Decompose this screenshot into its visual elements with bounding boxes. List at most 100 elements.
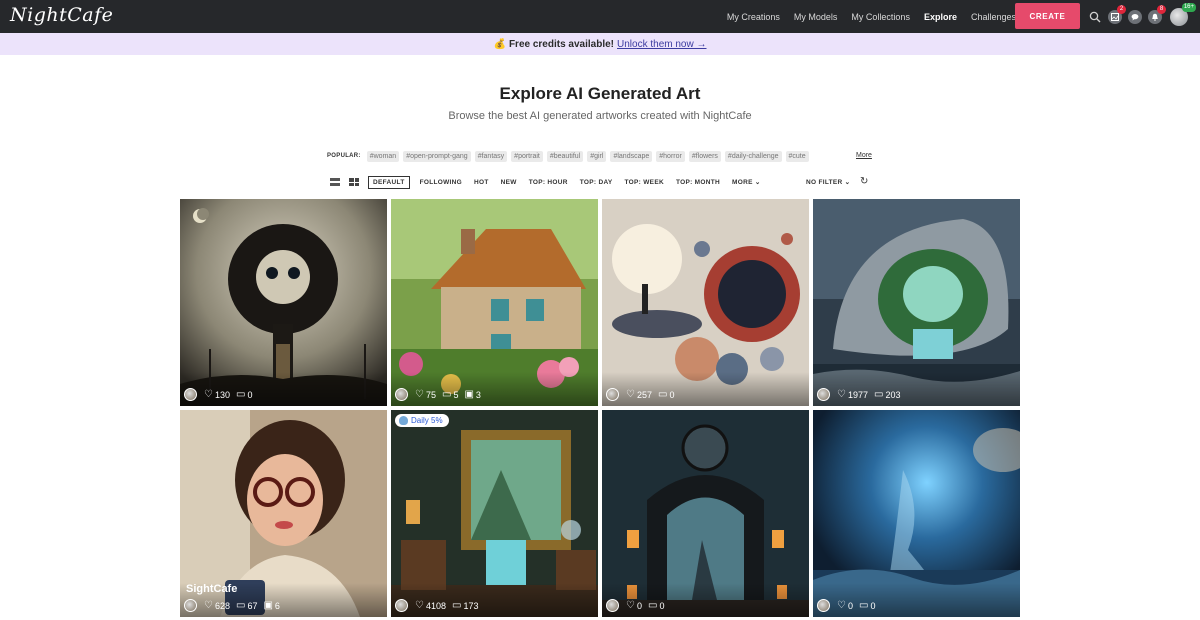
tag-open-prompt-gang[interactable]: #open-prompt-gang	[403, 150, 471, 162]
creator-avatar[interactable]	[184, 388, 197, 401]
user-avatar[interactable]: 16+	[1170, 2, 1196, 26]
sort-top-day[interactable]: TOP: DAY	[580, 179, 613, 186]
artwork-card[interactable]: ♡ 257 ▭ 0	[602, 199, 809, 406]
page-title: Explore AI Generated Art	[499, 84, 701, 103]
comments-stat[interactable]: ▭ 67	[236, 601, 257, 611]
grid-view-icon[interactable]	[349, 178, 359, 186]
creator-avatar[interactable]	[606, 388, 619, 401]
sort-hot[interactable]: HOT	[474, 179, 489, 186]
sort-top-month[interactable]: TOP: MONTH	[676, 179, 720, 186]
nav-my-creations[interactable]: My Creations	[727, 12, 780, 22]
likes-stat[interactable]: ♡ 628	[204, 601, 230, 611]
comments-stat[interactable]: ▭ 0	[859, 601, 875, 611]
comment-count: 0	[870, 600, 876, 611]
refresh-icon[interactable]: ↻	[860, 176, 868, 187]
tag-beautiful[interactable]: #beautiful	[546, 150, 584, 162]
tag-landscape[interactable]: #landscape	[610, 150, 653, 162]
images-stat[interactable]: ▣ 3	[464, 390, 480, 400]
list-view-icon[interactable]	[330, 178, 340, 186]
comment-count: 0	[669, 389, 675, 400]
card-stats: ♡ 4108 ▭ 173	[395, 599, 484, 612]
card-stats: ♡ 257 ▭ 0	[606, 388, 680, 401]
artwork-card[interactable]: ♡ 75 ▭ 5 ▣ 3	[391, 199, 598, 406]
bell-icon[interactable]: 8	[1148, 4, 1166, 24]
heart-icon: ♡	[837, 600, 846, 611]
heart-icon: ♡	[415, 389, 424, 400]
tag-fantasy[interactable]: #fantasy	[474, 150, 508, 162]
likes-stat[interactable]: ♡ 75	[415, 390, 436, 400]
tag-daily-challenge[interactable]: #daily-challenge	[724, 150, 782, 162]
sort-more-dropdown[interactable]: MORE ⌄	[732, 178, 761, 186]
page-subtitle: Browse the best AI generated artworks cr…	[448, 110, 752, 122]
money-bag-icon: 💰	[493, 38, 506, 50]
creator-avatar[interactable]	[184, 599, 197, 612]
comments-stat[interactable]: ▭ 0	[648, 601, 664, 611]
comments-stat[interactable]: ▭ 203	[874, 390, 900, 400]
comments-stat[interactable]: ▭ 5	[442, 390, 458, 400]
filter-dropdown[interactable]: NO FILTER ⌄	[806, 178, 850, 186]
comment-icon: ▭	[647, 600, 658, 611]
likes-stat[interactable]: ♡ 1977	[837, 390, 868, 400]
unlock-credits-link[interactable]: Unlock them now →	[617, 39, 706, 50]
create-button[interactable]: CREATE	[1015, 3, 1080, 29]
likes-stat[interactable]: ♡ 0	[626, 601, 642, 611]
artwork-card[interactable]: ♡ 1977 ▭ 203	[813, 199, 1020, 406]
heart-icon: ♡	[204, 389, 213, 400]
artwork-card[interactable]: SightCafe ♡ 628 ▭ 67 ▣ 6	[180, 410, 387, 617]
sort-new[interactable]: NEW	[501, 179, 517, 186]
comments-stat[interactable]: ▭ 0	[658, 390, 674, 400]
like-count: 130	[214, 389, 230, 400]
nightcafe-logo[interactable]: NightCafe	[10, 4, 113, 26]
creator-avatar[interactable]	[606, 599, 619, 612]
artwork-card[interactable]: ♡ 0 ▭ 0	[602, 410, 809, 617]
heart-icon: ♡	[415, 600, 424, 611]
creator-avatar[interactable]	[395, 599, 408, 612]
likes-stat[interactable]: ♡ 130	[204, 390, 230, 400]
nav-links: My Creations My Models My Collections Ex…	[713, 0, 1016, 33]
tag-cute[interactable]: #cute	[785, 150, 809, 162]
sort-top-hour[interactable]: TOP: HOUR	[529, 179, 568, 186]
nav-explore[interactable]: Explore	[924, 12, 957, 22]
tag-woman[interactable]: #woman	[366, 150, 400, 162]
comment-icon: ▭	[658, 389, 668, 400]
creator-avatar[interactable]	[817, 388, 830, 401]
sort-following[interactable]: FOLLOWING	[420, 179, 462, 186]
sort-more-label: MORE	[732, 179, 753, 186]
creator-avatar[interactable]	[817, 599, 830, 612]
tag-flowers[interactable]: #flowers	[688, 150, 721, 162]
likes-stat[interactable]: ♡ 4108	[415, 601, 446, 611]
tag-girl[interactable]: #girl	[587, 150, 607, 162]
tag-horror[interactable]: #horror	[656, 150, 685, 162]
gallery-icon[interactable]: 2	[1108, 4, 1126, 24]
images-stat[interactable]: ▣ 6	[263, 601, 279, 611]
chat-icon[interactable]	[1128, 9, 1142, 24]
artwork-card[interactable]: Daily 5% ♡ 4108 ▭ 173	[391, 410, 598, 617]
comment-count: 0	[247, 389, 253, 400]
creator-avatar[interactable]	[395, 388, 408, 401]
artwork-card[interactable]: ♡ 130 ▭ 0	[180, 199, 387, 406]
images-icon: ▣	[263, 600, 273, 611]
comment-icon: ▭	[236, 389, 246, 400]
more-tags-link[interactable]: More	[856, 152, 872, 159]
likes-stat[interactable]: ♡ 0	[837, 601, 853, 611]
sort-top-week[interactable]: TOP: WEEK	[625, 179, 664, 186]
notifications-badge: 8	[1157, 4, 1166, 14]
nav-my-models[interactable]: My Models	[794, 12, 838, 22]
nav-my-collections[interactable]: My Collections	[851, 12, 910, 22]
comment-icon: ▭	[441, 389, 452, 400]
image-count: 6	[274, 600, 280, 611]
search-icon[interactable]	[1088, 10, 1102, 24]
tag-portrait[interactable]: #portrait	[511, 150, 543, 162]
daily-challenge-badge[interactable]: Daily 5%	[395, 414, 449, 427]
artwork-card[interactable]: ♡ 0 ▭ 0	[813, 410, 1020, 617]
card-stats: ♡ 0 ▭ 0	[817, 599, 881, 612]
nav-challenges[interactable]: Challenges	[971, 12, 1016, 22]
comment-count: 0	[659, 600, 665, 611]
sort-default[interactable]: DEFAULT	[368, 175, 410, 189]
filter-label: NO FILTER	[806, 179, 843, 186]
comments-stat[interactable]: ▭ 0	[236, 390, 252, 400]
likes-stat[interactable]: ♡ 257	[626, 390, 652, 400]
like-count: 75	[425, 389, 436, 400]
card-stats: ♡ 75 ▭ 5 ▣ 3	[395, 388, 487, 401]
comments-stat[interactable]: ▭ 173	[452, 601, 478, 611]
